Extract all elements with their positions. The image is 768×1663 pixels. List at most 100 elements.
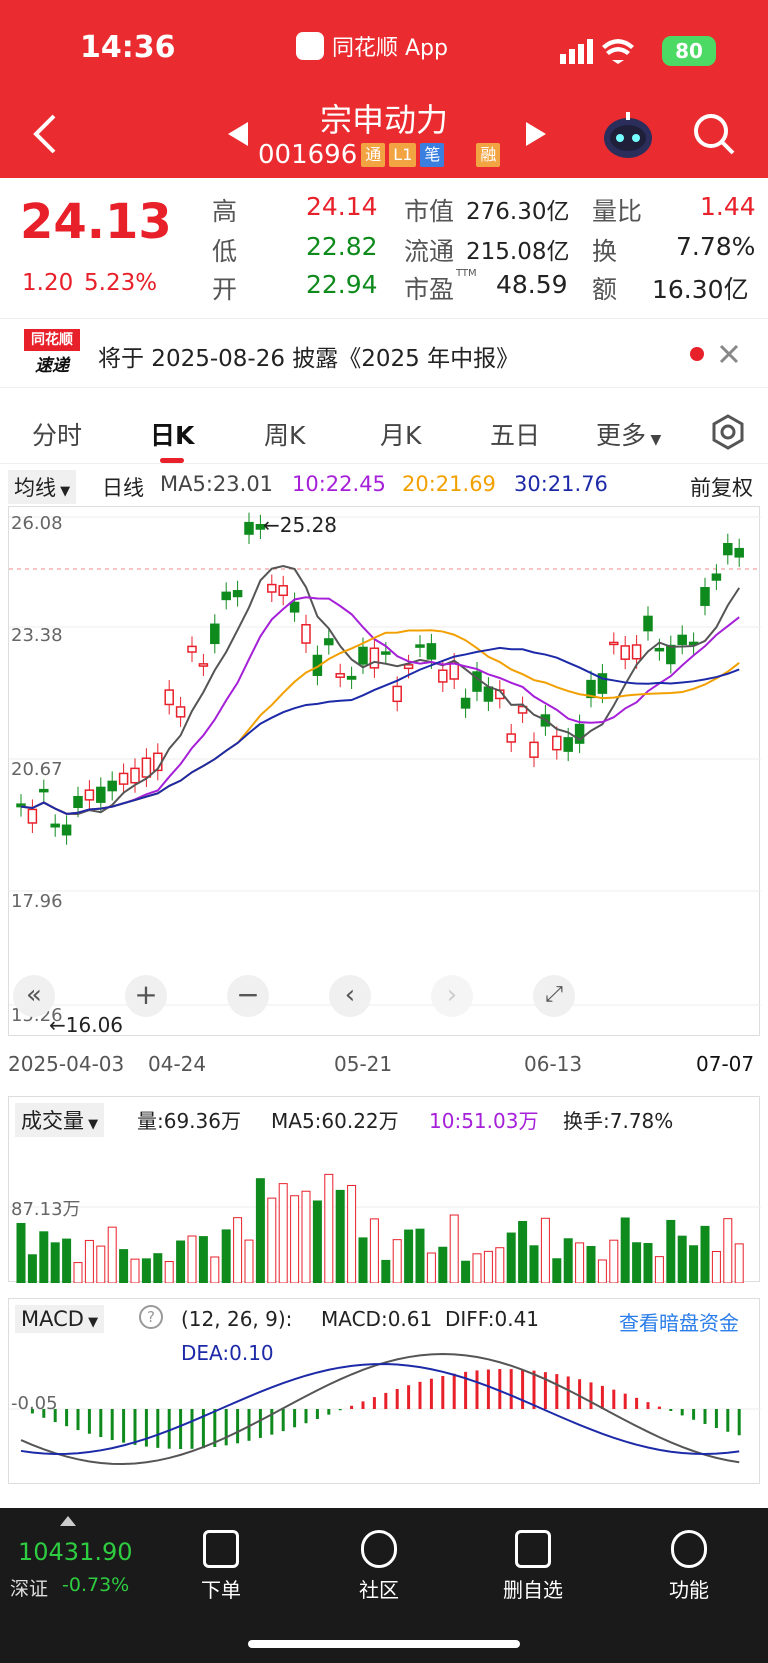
ma20-value: 20:21.69	[402, 472, 496, 496]
volume-bar	[27, 1254, 37, 1284]
macd-select[interactable]: MACD ▼	[15, 1305, 105, 1333]
volume-bar	[415, 1228, 425, 1284]
candle	[552, 735, 562, 751]
amount-value: 16.30亿	[652, 275, 749, 304]
candle	[301, 624, 311, 644]
ma-select[interactable]: 均线 ▼	[8, 470, 77, 504]
tag-l1: L1	[389, 143, 417, 167]
tab-weekly-k[interactable]: 周K	[264, 416, 305, 452]
chevron-down-icon: ▼	[646, 432, 662, 448]
date-label: 06-13	[524, 1052, 583, 1076]
volume-bar	[358, 1237, 368, 1284]
volume-value: 量:69.36万	[137, 1109, 241, 1133]
nav-order[interactable]: 下单	[176, 1530, 266, 1603]
volume-select-label: 成交量	[21, 1109, 84, 1133]
change: 1.20	[22, 270, 74, 296]
candle	[403, 664, 414, 670]
adjust-mode[interactable]: 前复权	[690, 472, 753, 502]
volume-bar	[620, 1217, 630, 1284]
volume-bar	[312, 1200, 322, 1284]
index-value[interactable]: 10431.90	[18, 1538, 133, 1566]
index-pct: -0.73%	[62, 1574, 130, 1596]
kuaidi-logo: 同花顺 速递	[24, 329, 80, 379]
volratio-value: 1.44	[700, 192, 756, 221]
chevron-down-icon: ▼	[83, 1315, 99, 1330]
index-name: 深证	[10, 1578, 49, 1600]
macd-panel: MACD ▼ ? (12, 26, 9): MACD:0.61 DIFF:0.4…	[8, 1298, 761, 1484]
candle	[210, 623, 220, 645]
candle	[278, 585, 288, 597]
search-icon[interactable]	[692, 112, 736, 156]
candle	[27, 808, 38, 824]
float-value: 215.08亿	[466, 239, 570, 265]
unread-dot	[690, 347, 704, 361]
zoom-out-icon[interactable]: −	[227, 975, 269, 1017]
diff-value: DIFF:0.41	[445, 1307, 540, 1331]
tag-bi: 笔	[420, 143, 445, 167]
volume-bar	[404, 1229, 414, 1284]
tab-monthly-k[interactable]: 月K	[380, 416, 421, 452]
app-icon	[296, 32, 324, 60]
settings-icon[interactable]	[710, 414, 746, 450]
next-stock-icon[interactable]	[524, 120, 548, 148]
volume-bar	[39, 1231, 49, 1284]
kline-chart[interactable]: 26.08 23.38 20.67 17.96 15.26 ←25.28 ←16…	[8, 506, 761, 1037]
volume-bar	[666, 1219, 676, 1284]
open-value: 22.94	[306, 270, 378, 299]
mcap-value: 276.30亿	[466, 199, 570, 225]
volume-bar	[50, 1242, 60, 1284]
robot-assistant-icon[interactable]	[602, 112, 654, 160]
volume-bar	[540, 1217, 550, 1284]
ma30-value: 30:21.76	[514, 472, 608, 496]
period-tabs: 分时 日K 周K 月K 五日 更多 ▼	[0, 400, 768, 464]
tab-indicator	[160, 458, 184, 463]
date-label: 07-07	[696, 1052, 755, 1076]
volume-bar	[335, 1189, 345, 1284]
candle	[438, 669, 448, 683]
volume-bar	[187, 1235, 197, 1284]
close-icon[interactable]	[718, 343, 740, 365]
nav-community[interactable]: 社区	[334, 1530, 424, 1603]
low-marker: ←16.06	[49, 1013, 124, 1037]
candle	[711, 573, 722, 581]
candle	[563, 737, 573, 752]
tab-five-day[interactable]: 五日	[490, 416, 540, 452]
candle	[118, 772, 129, 785]
candle	[643, 615, 653, 632]
tab-intraday[interactable]: 分时	[32, 416, 82, 452]
expand-icon[interactable]	[60, 1516, 76, 1526]
prev-stock-icon[interactable]	[226, 120, 250, 148]
candle	[381, 651, 391, 655]
fullscreen-icon[interactable]: ⤢	[533, 975, 575, 1017]
volume-bar	[689, 1245, 699, 1284]
nav-remove-watchlist[interactable]: 删自选	[488, 1530, 578, 1603]
candle	[221, 591, 231, 601]
stock-code-row: 001696 通 L1 笔 融	[258, 140, 501, 170]
scroll-left-icon[interactable]: ‹	[329, 975, 371, 1017]
mcap-label: 市值	[404, 197, 455, 226]
volume-select[interactable]: 成交量 ▼	[15, 1103, 105, 1137]
tab-daily-k[interactable]: 日K	[150, 416, 194, 452]
status-time: 14:36	[80, 30, 176, 65]
dark-pool-link[interactable]: 查看暗盘资金	[619, 1307, 739, 1336]
volume-bar	[700, 1225, 710, 1284]
zoom-in-icon[interactable]: +	[125, 975, 167, 1017]
collapse-left-icon[interactable]: «	[13, 975, 55, 1017]
scroll-right-icon[interactable]: ›	[431, 975, 473, 1017]
candle	[267, 583, 277, 593]
volume-bar	[233, 1217, 243, 1284]
nav-functions[interactable]: 功能	[644, 1530, 734, 1603]
news-banner[interactable]: 同花顺 速递 将于 2025-08-26 披露《2025 年中报》	[0, 318, 768, 388]
volume-turnover: 换手:7.78%	[563, 1109, 674, 1133]
tab-more[interactable]: 更多 ▼	[596, 416, 661, 452]
volume-bar	[221, 1229, 231, 1284]
tab-more-label: 更多	[596, 421, 647, 450]
volume-bar	[324, 1173, 334, 1284]
candle	[620, 645, 630, 660]
ma-line	[20, 629, 740, 815]
help-icon[interactable]: ?	[139, 1305, 163, 1329]
high-label: 高	[212, 197, 238, 226]
candle	[358, 646, 368, 665]
volume-bar	[495, 1247, 505, 1284]
macd-select-label: MACD	[21, 1307, 84, 1331]
